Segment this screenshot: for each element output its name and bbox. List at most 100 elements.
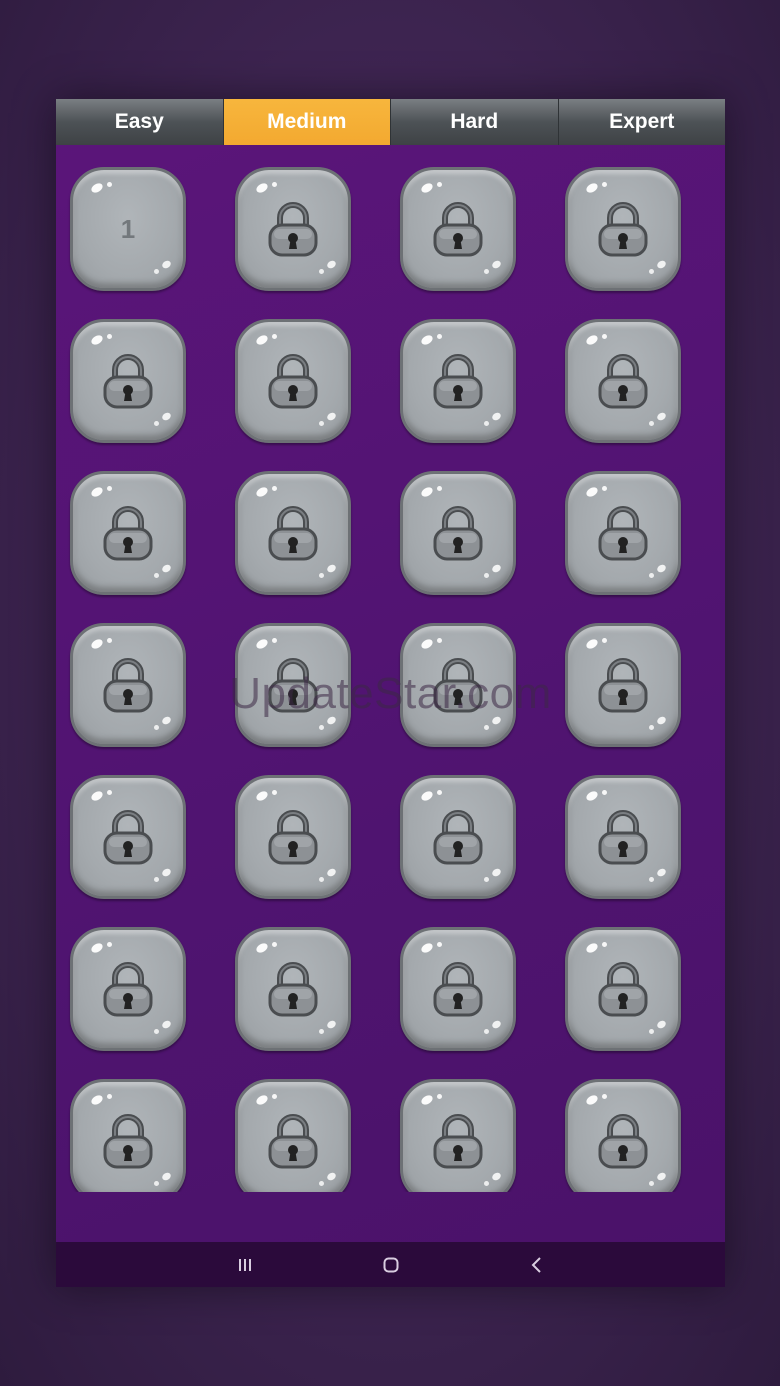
level-button-locked[interactable] bbox=[70, 623, 186, 747]
shine-highlight bbox=[272, 334, 277, 339]
level-button-locked[interactable] bbox=[235, 623, 351, 747]
padlock-icon bbox=[103, 810, 153, 865]
shine-highlight bbox=[254, 941, 270, 955]
shine-highlight bbox=[107, 942, 112, 947]
shine-highlight bbox=[655, 1171, 668, 1182]
home-button[interactable] bbox=[318, 1242, 464, 1287]
shine-highlight bbox=[602, 182, 607, 187]
shine-highlight bbox=[602, 638, 607, 643]
shine-highlight bbox=[655, 563, 668, 574]
level-button-locked[interactable] bbox=[400, 167, 516, 291]
level-button-1[interactable]: 1 bbox=[70, 167, 186, 291]
tab-easy[interactable]: Easy bbox=[56, 99, 224, 145]
system-nav-bar bbox=[56, 1242, 725, 1287]
level-button-locked[interactable] bbox=[565, 775, 681, 899]
level-button-locked[interactable] bbox=[565, 471, 681, 595]
level-button-locked[interactable] bbox=[70, 775, 186, 899]
shine-highlight bbox=[89, 1093, 105, 1107]
shine-highlight bbox=[484, 725, 489, 730]
level-button-locked[interactable] bbox=[400, 623, 516, 747]
shine-highlight bbox=[254, 789, 270, 803]
difficulty-tabs: Easy Medium Hard Expert bbox=[56, 99, 725, 145]
shine-highlight bbox=[89, 637, 105, 651]
level-button-locked[interactable] bbox=[565, 1079, 681, 1192]
shine-highlight bbox=[649, 1029, 654, 1034]
level-button-locked[interactable] bbox=[235, 927, 351, 1051]
padlock-icon bbox=[598, 1114, 648, 1169]
padlock-icon bbox=[598, 810, 648, 865]
level-button-locked[interactable] bbox=[400, 927, 516, 1051]
level-button-locked[interactable] bbox=[70, 1079, 186, 1192]
shine-highlight bbox=[484, 1181, 489, 1186]
level-button-locked[interactable] bbox=[70, 927, 186, 1051]
shine-highlight bbox=[437, 638, 442, 643]
shine-highlight bbox=[655, 1019, 668, 1030]
level-button-locked[interactable] bbox=[235, 1079, 351, 1192]
back-button[interactable] bbox=[464, 1242, 610, 1287]
shine-highlight bbox=[319, 573, 324, 578]
level-button-locked[interactable] bbox=[235, 319, 351, 443]
shine-highlight bbox=[89, 485, 105, 499]
level-button-locked[interactable] bbox=[400, 775, 516, 899]
shine-highlight bbox=[419, 1093, 435, 1107]
recents-button[interactable] bbox=[172, 1242, 318, 1287]
padlock-icon bbox=[598, 202, 648, 257]
level-number: 1 bbox=[120, 213, 136, 244]
home-icon bbox=[383, 1257, 398, 1272]
level-button-locked[interactable] bbox=[565, 927, 681, 1051]
level-grid-viewport[interactable]: 1 bbox=[56, 145, 725, 1192]
padlock-icon bbox=[598, 658, 648, 713]
shine-highlight bbox=[272, 638, 277, 643]
padlock-icon bbox=[433, 202, 483, 257]
shine-highlight bbox=[319, 1029, 324, 1034]
shine-highlight bbox=[584, 333, 600, 347]
shine-highlight bbox=[272, 942, 277, 947]
shine-highlight bbox=[319, 421, 324, 426]
level-button-locked[interactable] bbox=[565, 623, 681, 747]
padlock-icon bbox=[598, 354, 648, 409]
shine-highlight bbox=[272, 486, 277, 491]
recents-icon bbox=[238, 1258, 251, 1271]
shine-highlight bbox=[437, 334, 442, 339]
padlock-icon bbox=[433, 658, 483, 713]
shine-highlight bbox=[484, 421, 489, 426]
shine-highlight bbox=[254, 181, 270, 195]
level-button-locked[interactable] bbox=[565, 319, 681, 443]
shine-highlight bbox=[584, 789, 600, 803]
shine-highlight bbox=[584, 1093, 600, 1107]
level-button-locked[interactable] bbox=[70, 319, 186, 443]
shine-highlight bbox=[154, 877, 159, 882]
shine-highlight bbox=[160, 259, 173, 270]
shine-highlight bbox=[649, 1181, 654, 1186]
shine-highlight bbox=[655, 411, 668, 422]
level-button-locked[interactable] bbox=[400, 471, 516, 595]
shine-highlight bbox=[160, 563, 173, 574]
shine-highlight bbox=[154, 421, 159, 426]
shine-highlight bbox=[107, 334, 112, 339]
level-button-locked[interactable] bbox=[235, 471, 351, 595]
shine-highlight bbox=[107, 638, 112, 643]
shine-highlight bbox=[254, 637, 270, 651]
game-screen: Easy Medium Hard Expert 1 UpdateStar.com bbox=[56, 99, 725, 1287]
tab-hard[interactable]: Hard bbox=[391, 99, 559, 145]
level-button-locked[interactable] bbox=[235, 167, 351, 291]
shine-highlight bbox=[319, 1181, 324, 1186]
shine-highlight bbox=[154, 725, 159, 730]
padlock-icon bbox=[103, 1114, 153, 1169]
level-button-locked[interactable] bbox=[400, 319, 516, 443]
shine-highlight bbox=[437, 1094, 442, 1099]
shine-highlight bbox=[655, 259, 668, 270]
level-button-locked[interactable] bbox=[400, 1079, 516, 1192]
level-button-locked[interactable] bbox=[565, 167, 681, 291]
shine-highlight bbox=[437, 790, 442, 795]
tab-medium[interactable]: Medium bbox=[223, 99, 391, 145]
shine-highlight bbox=[490, 411, 503, 422]
shine-highlight bbox=[419, 789, 435, 803]
level-button-locked[interactable] bbox=[70, 471, 186, 595]
level-button-locked[interactable] bbox=[235, 775, 351, 899]
shine-highlight bbox=[272, 1094, 277, 1099]
shine-highlight bbox=[89, 333, 105, 347]
tab-expert[interactable]: Expert bbox=[558, 99, 725, 145]
shine-highlight bbox=[649, 573, 654, 578]
shine-highlight bbox=[89, 789, 105, 803]
